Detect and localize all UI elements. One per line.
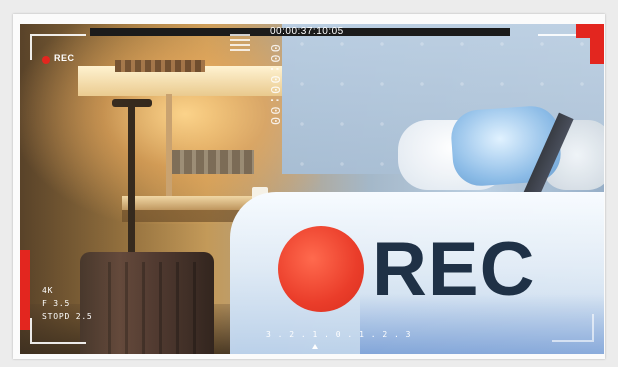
scale-pointer-icon — [312, 344, 318, 349]
rec-dot-icon — [278, 226, 364, 312]
info-resolution: 4K — [42, 286, 54, 295]
red-side-accent — [20, 250, 30, 330]
red-corner-accent-top — [576, 24, 604, 38]
info-aperture: F 3.5 — [42, 299, 71, 308]
camera-viewfinder-photo: REC 00:00:37:10:05 00:00:00 4K F 3.5 STO… — [20, 24, 604, 354]
frame-corner-bottom-right — [552, 314, 594, 342]
rec-label-small: REC — [54, 53, 75, 63]
rec-title: REC — [372, 227, 536, 312]
rec-indicator-icon — [42, 56, 50, 64]
white-marks — [230, 34, 250, 52]
frame-corner-bottom-left — [30, 318, 86, 344]
vertical-timecode: 00:00:00 — [266, 44, 282, 128]
exposure-scale: 3 . 2 . 1 . 0 . 1 . 2 . 3 — [266, 330, 412, 339]
info-stop: STOPD 2.5 — [42, 312, 93, 321]
timecode: 00:00:37:10:05 — [270, 26, 344, 37]
